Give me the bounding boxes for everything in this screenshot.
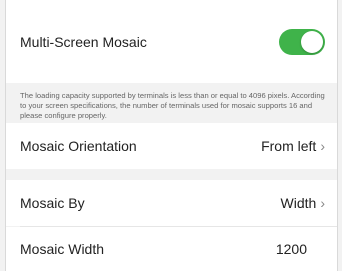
mosaic-by-label: Mosaic By [20,195,85,211]
mosaic-title: Multi-Screen Mosaic [20,33,147,50]
mosaic-by-row[interactable]: Mosaic By Width › [6,180,337,226]
mosaic-by-value: Width [280,195,317,211]
toggle-knob [301,30,323,53]
mosaic-toggle[interactable] [279,28,325,55]
settings-panel: Multi-Screen Mosaic The loading capacity… [5,0,338,271]
chevron-right-icon: › [320,195,325,211]
mosaic-width-row[interactable]: Mosaic Width 1200 [6,227,337,271]
chevron-right-icon: › [320,138,325,154]
orientation-row[interactable]: Mosaic Orientation From left › [6,123,337,169]
orientation-label: Mosaic Orientation [20,138,137,154]
orientation-value: From left [261,138,317,154]
mosaic-toggle-row: Multi-Screen Mosaic [6,0,337,83]
mosaic-by-value-group: Width › [281,195,325,211]
mosaic-width-value[interactable]: 1200 [276,241,325,257]
mosaic-width-label: Mosaic Width [20,241,105,257]
orientation-value-group: From left › [261,138,325,154]
mosaic-note: The loading capacity supported by termin… [20,91,325,120]
